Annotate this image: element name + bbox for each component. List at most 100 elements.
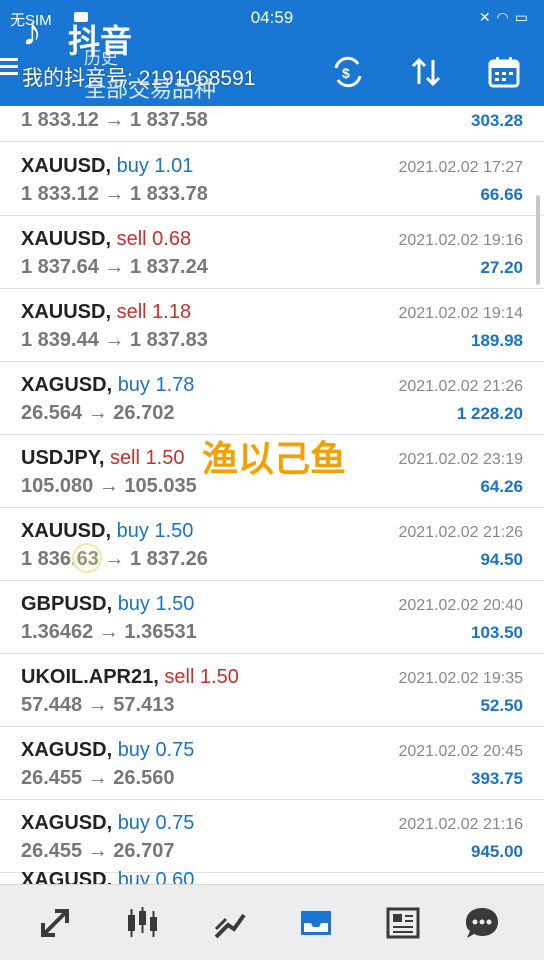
quotes-icon[interactable] [33, 901, 77, 945]
trade-volume: 1.78 [155, 374, 195, 396]
trade-datetime: 2021.02.02 20:45 [398, 743, 523, 760]
trade-prices: 57.448 → 57.413 [21, 694, 175, 716]
trade-profit: 189.98 [471, 331, 523, 350]
trade-icon[interactable] [208, 901, 252, 945]
trade-volume: 1.50 [154, 520, 194, 542]
trade-symbol: XAGUSD, [21, 812, 113, 834]
trade-prices: 26.564 → 26.702 [21, 402, 175, 424]
trade-datetime: 2021.02.02 19:35 [398, 670, 523, 687]
trade-datetime: 2021.02.02 23:19 [398, 451, 523, 468]
trade-prices: 26.455 → 26.560 [21, 767, 175, 789]
trade-volume: 1.01 [154, 155, 194, 177]
news-icon[interactable] [381, 901, 425, 945]
trade-side: buy [117, 374, 150, 396]
trade-title: XAGUSD, buy 1.78 [21, 374, 194, 397]
list-item[interactable]: XAGUSD, buy 1.78 26.564 → 26.702 2021.02… [0, 362, 544, 435]
scrollbar[interactable] [536, 195, 540, 285]
trade-history-list[interactable]: 1 833.12 → 1 837.58 303.28 XAUUSD, buy 1… [0, 106, 544, 884]
trade-volume: 0.60 [155, 869, 195, 884]
trade-profit: 94.50 [480, 550, 523, 569]
touch-indicator [72, 543, 102, 573]
calendar-icon[interactable] [482, 50, 526, 94]
history-icon[interactable] [294, 901, 338, 945]
svg-text:$: $ [342, 65, 350, 81]
trade-profit: 393.75 [471, 769, 523, 788]
trade-volume: 1.50 [145, 447, 185, 469]
trade-prices: 1 833.12 → 1 833.78 [21, 183, 208, 205]
trade-prices: 26.455 → 26.707 [21, 840, 175, 862]
list-item[interactable]: XAGUSD, buy 0.75 26.455 → 26.560 2021.02… [0, 727, 544, 800]
trade-profit: 66.66 [480, 185, 523, 204]
trade-symbol: GBPUSD, [21, 593, 113, 615]
bottom-nav [0, 884, 544, 960]
mute-icon: ✕ [478, 9, 497, 25]
trade-title: XAGUSD, buy 0.60 [21, 869, 194, 884]
system-icons: ✕◠▭ [479, 9, 534, 26]
trade-side: sell [116, 228, 147, 250]
trade-symbol: UKOIL.APR21, [21, 666, 159, 688]
trade-profit: 945.00 [471, 842, 523, 861]
trade-volume: 0.68 [152, 228, 192, 250]
trade-profit: 103.50 [471, 623, 523, 642]
trade-datetime: 2021.02.02 19:16 [398, 232, 523, 249]
trade-side: sell [116, 301, 147, 323]
sort-icon[interactable] [404, 50, 448, 94]
trade-title: GBPUSD, buy 1.50 [21, 593, 194, 616]
app-name: 抖音 [68, 23, 133, 59]
trade-symbol: XAUUSD, [21, 155, 112, 177]
trade-side: buy [117, 593, 150, 615]
wifi-icon: ◠ [496, 9, 515, 25]
list-item[interactable]: XAUUSD, sell 0.68 1 837.64 → 1 837.24 20… [0, 216, 544, 289]
trade-side: sell [109, 447, 140, 469]
trade-title: UKOIL.APR21, sell 1.50 [21, 666, 239, 689]
trade-volume: 1.50 [155, 593, 195, 615]
trade-volume: 0.75 [155, 739, 195, 761]
trade-side: buy [116, 520, 149, 542]
trade-profit: 64.26 [480, 477, 523, 496]
trade-title: XAGUSD, buy 0.75 [21, 812, 194, 835]
list-item[interactable]: 1 833.12 → 1 837.58 303.28 [0, 106, 544, 142]
trade-profit: 303.28 [471, 111, 523, 130]
list-item[interactable]: GBPUSD, buy 1.50 1.36462 → 1.36531 2021.… [0, 581, 544, 654]
trade-prices: 1 839.44 → 1 837.83 [21, 329, 208, 351]
trade-symbol: XAUUSD, [21, 301, 112, 323]
trade-datetime: 2021.02.02 17:27 [398, 159, 523, 176]
trade-profit: 27.20 [480, 258, 523, 277]
list-item[interactable]: XAGUSD, buy 0.60 [0, 869, 544, 884]
trade-datetime: 2021.02.02 19:14 [398, 305, 523, 322]
currency-exchange-icon[interactable]: $ [326, 50, 370, 94]
music-note-icon: ♪ [22, 10, 42, 54]
list-item[interactable]: XAUUSD, sell 1.18 1 839.44 → 1 837.83 20… [0, 289, 544, 362]
trade-title: XAUUSD, buy 1.01 [21, 155, 193, 178]
trade-datetime: 2021.02.02 21:26 [398, 524, 523, 541]
trade-prices: 1 833.12 → 1 837.58 [21, 109, 208, 131]
trade-symbol: XAUUSD, [21, 520, 112, 542]
list-item[interactable]: XAGUSD, buy 0.75 26.455 → 26.707 2021.02… [0, 800, 544, 873]
trade-symbol: XAUUSD, [21, 228, 112, 250]
trade-title: XAGUSD, buy 0.75 [21, 739, 194, 762]
list-item[interactable]: XAUUSD, buy 1.01 1 833.12 → 1 833.78 202… [0, 143, 544, 216]
trade-title: XAUUSD, sell 1.18 [21, 301, 191, 324]
trade-datetime: 2021.02.02 21:16 [398, 816, 523, 833]
trade-volume: 1.50 [199, 666, 239, 688]
trade-volume: 0.75 [155, 812, 195, 834]
account-id: 我的抖音号: 2191068591 [22, 67, 256, 90]
menu-icon[interactable] [0, 58, 18, 76]
trade-prices: 1.36462 → 1.36531 [21, 621, 197, 643]
trade-prices: 1 837.64 → 1 837.24 [21, 256, 208, 278]
trade-side: sell [164, 666, 195, 688]
chat-icon[interactable] [460, 901, 504, 945]
trade-datetime: 2021.02.02 21:26 [398, 378, 523, 395]
trade-title: XAUUSD, buy 1.50 [21, 520, 193, 543]
trade-side: buy [117, 739, 150, 761]
chart-icon[interactable] [120, 901, 164, 945]
trade-side: buy [117, 812, 150, 834]
trade-datetime: 2021.02.02 20:40 [398, 597, 523, 614]
list-item[interactable]: UKOIL.APR21, sell 1.50 57.448 → 57.413 2… [0, 654, 544, 727]
trade-side: buy [116, 155, 149, 177]
trade-title: USDJPY, sell 1.50 [21, 447, 184, 470]
douyin-logo: ♪ 抖音 [20, 10, 140, 60]
trade-volume: 1.18 [152, 301, 192, 323]
trade-symbol: XAGUSD, [21, 374, 113, 396]
trade-symbol: XAGUSD, [21, 739, 113, 761]
